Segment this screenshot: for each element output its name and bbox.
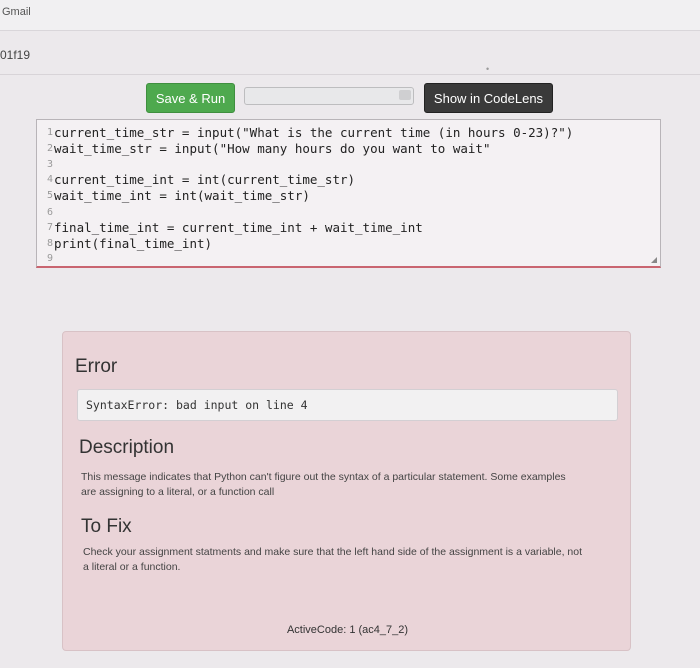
code-line[interactable]: 9 xyxy=(37,251,657,266)
code-editor[interactable]: 1 current_time_str = input("What is the c… xyxy=(36,119,661,268)
resize-grip-icon[interactable] xyxy=(651,257,657,263)
activecode-label: ActiveCode: 1 (ac4_7_2) xyxy=(286,624,409,636)
line-number: 3 xyxy=(46,159,53,170)
code-line[interactable]: 1 current_time_str = input("What is the c… xyxy=(37,125,657,141)
code-line[interactable]: 2 wait_time_str = input("How many hours d… xyxy=(37,141,657,157)
code-text[interactable]: final_time_int = current_time_int + wait… xyxy=(54,220,423,235)
to-fix-title: To Fix xyxy=(81,516,132,537)
to-fix-text: Check your assignment statments and make… xyxy=(83,546,583,573)
line-number: 8 xyxy=(46,238,53,249)
save-run-button[interactable]: Save & Run xyxy=(146,83,235,113)
error-panel: Error SyntaxError: bad input on line 4 D… xyxy=(62,331,631,651)
line-number: 4 xyxy=(46,174,53,185)
audio-tour-slider[interactable] xyxy=(244,87,414,105)
line-number: 7 xyxy=(46,222,53,233)
tab-gmail[interactable]: Gmail xyxy=(2,6,31,18)
code-line[interactable]: 7 final_time_int = current_time_int + wai… xyxy=(37,220,657,236)
description-text: This message indicates that Python can't… xyxy=(81,471,566,498)
code-line[interactable]: 5 wait_time_int = int(wait_time_str) xyxy=(37,188,657,204)
error-message: SyntaxError: bad input on line 4 xyxy=(86,398,308,412)
small-dot-icon: • xyxy=(486,64,490,74)
code-text[interactable]: current_time_str = input("What is the cu… xyxy=(54,125,573,140)
slider-thumb[interactable] xyxy=(399,90,411,100)
code-text[interactable]: print(final_time_int) xyxy=(54,236,212,251)
show-codelens-button[interactable]: Show in CodeLens xyxy=(424,83,553,113)
header-divider xyxy=(0,74,700,75)
code-text[interactable]: current_time_int = int(current_time_str) xyxy=(54,172,355,187)
code-line[interactable]: 8 print(final_time_int) xyxy=(37,236,657,252)
browser-tab-strip: Gmail xyxy=(0,0,700,31)
code-line[interactable]: 3 xyxy=(37,157,657,173)
line-number: 2 xyxy=(46,143,53,154)
code-text[interactable]: wait_time_str = input("How many hours do… xyxy=(54,141,491,156)
description-title: Description xyxy=(79,437,175,458)
line-number: 1 xyxy=(46,127,53,138)
line-number: 9 xyxy=(46,253,53,264)
line-number: 6 xyxy=(46,207,53,218)
line-number: 5 xyxy=(46,190,53,201)
code-line[interactable]: 6 xyxy=(37,205,657,221)
code-line[interactable]: 4 current_time_int = int(current_time_str… xyxy=(37,172,657,188)
error-title: Error xyxy=(75,356,118,377)
page-id-label: 01f19 xyxy=(0,48,31,62)
error-message-box: SyntaxError: bad input on line 4 xyxy=(77,389,618,421)
code-text[interactable]: wait_time_int = int(wait_time_str) xyxy=(54,188,310,203)
